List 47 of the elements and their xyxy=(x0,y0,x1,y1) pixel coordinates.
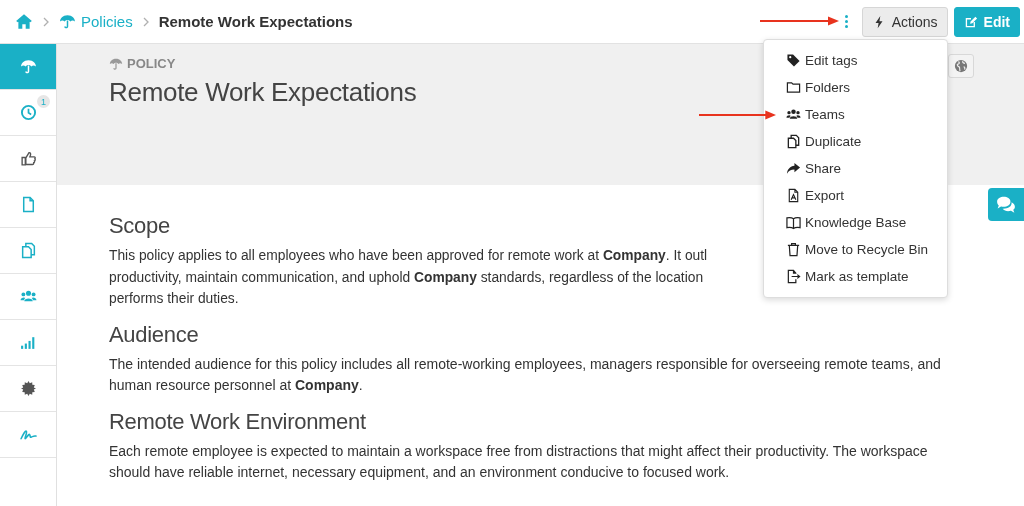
pdf-file-icon xyxy=(786,188,801,203)
menu-item[interactable]: Knowledge Base xyxy=(764,209,947,236)
menu-item[interactable]: Export xyxy=(764,182,947,209)
thumbs-up-icon xyxy=(19,150,37,167)
home-link[interactable] xyxy=(15,12,33,31)
trash-icon xyxy=(786,242,801,257)
document-title: Remote Work Expectations xyxy=(109,77,417,108)
chat-button[interactable] xyxy=(988,188,1024,221)
gear-icon xyxy=(19,380,37,397)
copy-icon xyxy=(786,134,801,149)
folder-icon xyxy=(786,80,801,95)
chat-icon xyxy=(996,195,1016,214)
breadcrumb-text: Policies xyxy=(81,13,133,30)
menu-item[interactable]: Share xyxy=(764,155,947,182)
home-icon xyxy=(15,12,33,31)
paragraph: Each remote employee is expected to maintain a workspace free from distractions that might affect their productivity. The workspace should have reliable internet, necessary equipment, and an environment conducive to focused work. xyxy=(109,441,929,482)
menu-item[interactable]: Mark as template xyxy=(764,263,947,290)
paragraph: This policy applies to all employees who have been approved for remote work at Company. It outl productivity, maintain communication, and uphold Company standards, regardless of the location performs their duties. xyxy=(109,247,708,308)
page-title: Remote Work Expectations xyxy=(158,13,353,30)
section-heading: Scope xyxy=(109,213,170,239)
globe-icon xyxy=(954,59,968,73)
umbrella-icon xyxy=(109,56,123,71)
users-icon xyxy=(786,107,801,122)
section-heading: Remote Work Environment xyxy=(109,408,366,435)
umbrella-icon xyxy=(59,13,76,30)
paragraph: The intended audience for this policy includes all remote-working employees, managers responsible for overseeing remote teams, and human resource personnel at Company. xyxy=(109,354,942,395)
section-heading: Audience xyxy=(109,321,199,348)
category-label: POLICY xyxy=(127,56,176,71)
menu-item[interactable]: Move to Recycle Bin xyxy=(764,236,947,263)
book-icon xyxy=(786,215,801,230)
chevron-icon xyxy=(142,16,149,27)
chevron-icon xyxy=(43,16,49,27)
edit-icon xyxy=(963,14,978,29)
menu-item[interactable]: Duplicate xyxy=(764,128,947,155)
umbrella-icon xyxy=(19,58,37,75)
bars-icon xyxy=(19,334,37,351)
count-badge: 1 xyxy=(37,95,50,108)
share-icon xyxy=(786,161,801,176)
copy-icon xyxy=(19,242,37,259)
actions-button[interactable]: Actions xyxy=(861,6,948,37)
globe-button[interactable] xyxy=(948,54,974,78)
menu-item[interactable]: Teams xyxy=(764,101,947,128)
clock-icon xyxy=(19,104,37,121)
tag-icon xyxy=(786,53,801,68)
file-arrow-icon xyxy=(786,269,801,284)
menu-item[interactable]: Folders xyxy=(764,74,947,101)
menu-item[interactable]: Edit tags xyxy=(764,47,947,74)
